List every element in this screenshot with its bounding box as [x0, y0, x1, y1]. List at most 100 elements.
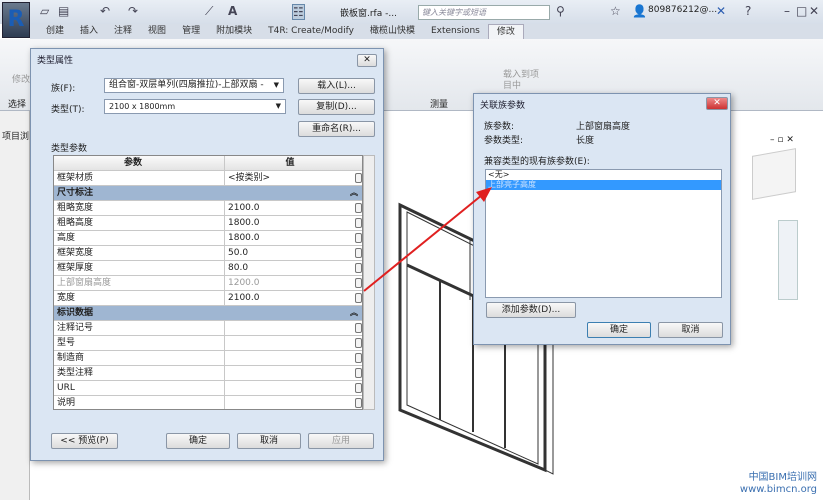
user-name[interactable]: 809876212@...	[648, 5, 717, 15]
preview-button[interactable]: << 预览(P)	[51, 433, 118, 449]
parameter-row[interactable]: 高度 1800.0	[54, 231, 362, 246]
parameter-row[interactable]: 宽度 2100.0	[54, 291, 362, 306]
open-icon[interactable]: ▱	[40, 4, 49, 18]
select-panel-label[interactable]: 选择	[8, 97, 26, 110]
associate-parameter-button[interactable]	[355, 398, 362, 408]
tab-create[interactable]: 创建	[38, 24, 72, 39]
undo-icon[interactable]: ↶	[100, 4, 110, 18]
associate-parameter-button[interactable]	[355, 233, 362, 243]
associate-parameter-button[interactable]	[355, 263, 362, 273]
parameter-value[interactable]: 1800.0	[224, 216, 352, 231]
collapse-icon[interactable]: ︽	[350, 306, 358, 320]
application-menu-button[interactable]: R	[2, 2, 30, 38]
exchange-icon[interactable]: ✕	[716, 4, 726, 18]
collapse-icon[interactable]: ︽	[350, 186, 358, 200]
list-item-selected[interactable]: 上部亮子高度	[486, 180, 721, 190]
load-button[interactable]: 载入(L)...	[298, 78, 375, 94]
associate-parameter-button[interactable]	[355, 338, 362, 348]
parameter-value[interactable]: 1800.0	[224, 231, 352, 246]
parameter-row[interactable]: 上部窗扇高度 1200.0	[54, 276, 362, 291]
associate-parameter-button[interactable]	[355, 278, 362, 288]
redo-icon[interactable]: ↷	[128, 4, 138, 18]
rename-button[interactable]: 重命名(R)...	[298, 121, 375, 137]
cancel-button[interactable]: 取消	[658, 322, 723, 338]
parameter-value[interactable]: 80.0	[224, 261, 352, 276]
family-dropdown[interactable]: 组合窗-双层单列(四扇推拉)-上部双扇 - ▼	[104, 78, 284, 93]
favorites-icon[interactable]: ☆	[610, 4, 621, 18]
switch-windows-icon[interactable]: ☷	[292, 4, 305, 20]
column-header-value[interactable]: 值	[224, 156, 352, 171]
associate-parameter-button[interactable]	[355, 203, 362, 213]
associate-parameter-button[interactable]	[355, 353, 362, 363]
save-icon[interactable]: ▤	[58, 4, 69, 18]
parameter-value[interactable]	[224, 381, 352, 396]
parameter-value[interactable]	[224, 351, 352, 366]
type-dropdown[interactable]: 2100 x 1800mm ▼	[104, 99, 286, 114]
modify-tool-label[interactable]: 修改	[12, 72, 30, 85]
tab-annotate[interactable]: 注释	[106, 24, 140, 39]
tab-modify[interactable]: 修改	[487, 24, 524, 39]
associate-parameter-button[interactable]	[355, 293, 362, 303]
parameter-row[interactable]: 框架材质 <按类别>	[54, 171, 362, 186]
parameter-value[interactable]	[224, 396, 352, 409]
help-icon[interactable]: ?	[745, 4, 751, 18]
tab-manage[interactable]: 管理	[174, 24, 208, 39]
parameter-row[interactable]: 粗略宽度 2100.0	[54, 201, 362, 216]
parameter-value[interactable]: <按类别>	[224, 171, 352, 186]
parameter-value[interactable]: 1200.0	[224, 276, 352, 291]
associate-parameter-button[interactable]	[355, 368, 362, 378]
grid-scrollbar[interactable]	[363, 155, 375, 410]
parameter-row[interactable]: 制造商	[54, 351, 362, 366]
parameter-row[interactable]: 类型注释	[54, 366, 362, 381]
duplicate-button[interactable]: 复制(D)...	[298, 99, 375, 115]
parameter-row[interactable]: 说明	[54, 396, 362, 409]
list-item[interactable]: <无>	[486, 170, 721, 180]
search-input[interactable]: 键入关键字或短语	[418, 5, 550, 20]
compatible-params-list[interactable]: <无> 上部亮子高度	[485, 169, 722, 298]
tab-extensions[interactable]: Extensions	[423, 24, 488, 39]
load-to-project-button[interactable]: 载入到项目中	[503, 70, 539, 92]
tab-ganlanshan[interactable]: 橄榄山快模	[362, 24, 423, 39]
parameter-row[interactable]: URL	[54, 381, 362, 396]
group-row[interactable]: 尺寸标注 ︽	[54, 186, 362, 201]
maximize-icon[interactable]: □	[796, 4, 807, 18]
navigation-bar[interactable]	[778, 220, 798, 300]
view-window-controls[interactable]: – ▫ ✕	[770, 135, 794, 145]
associate-parameter-button[interactable]	[355, 248, 362, 258]
binoculars-icon[interactable]: ⚲	[556, 4, 565, 18]
associate-parameter-button[interactable]	[355, 323, 362, 333]
associate-parameter-button[interactable]	[355, 173, 362, 183]
ok-button[interactable]: 确定	[166, 433, 230, 449]
cancel-button[interactable]: 取消	[237, 433, 301, 449]
parameter-value[interactable]: 50.0	[224, 246, 352, 261]
text-icon[interactable]: A	[228, 4, 237, 18]
column-header-parameter[interactable]: 参数	[124, 156, 142, 170]
parameter-value[interactable]	[224, 366, 352, 381]
parameter-value[interactable]	[224, 336, 352, 351]
associate-parameter-button[interactable]	[355, 383, 362, 393]
user-icon[interactable]: 👤	[632, 4, 647, 18]
close-button[interactable]: ✕	[357, 54, 377, 67]
parameter-row[interactable]: 型号	[54, 336, 362, 351]
parameter-value[interactable]: 2100.0	[224, 291, 352, 306]
add-parameter-button[interactable]: 添加参数(D)...	[486, 302, 576, 318]
tab-addins[interactable]: 附加模块	[208, 24, 260, 39]
ok-button[interactable]: 确定	[587, 322, 651, 338]
parameter-row[interactable]: 框架宽度 50.0	[54, 246, 362, 261]
parameter-row[interactable]: 注释记号	[54, 321, 362, 336]
group-row[interactable]: 标识数据 ︽	[54, 306, 362, 321]
tab-view[interactable]: 视图	[140, 24, 174, 39]
measure-icon[interactable]: ⟋	[205, 4, 213, 19]
minimize-icon[interactable]: –	[784, 4, 790, 18]
parameter-row[interactable]: 框架厚度 80.0	[54, 261, 362, 276]
close-button[interactable]: ✕	[706, 97, 728, 110]
dialog-title: 类型属性	[37, 56, 74, 66]
tab-insert[interactable]: 插入	[72, 24, 106, 39]
tab-t4r[interactable]: T4R: Create/Modify	[260, 24, 362, 39]
parameter-row[interactable]: 粗略高度 1800.0	[54, 216, 362, 231]
associate-parameter-button[interactable]	[355, 218, 362, 228]
viewcube[interactable]	[752, 148, 796, 200]
parameter-value[interactable]	[224, 321, 352, 336]
close-icon[interactable]: ✕	[809, 4, 819, 18]
parameter-value[interactable]: 2100.0	[224, 201, 352, 216]
